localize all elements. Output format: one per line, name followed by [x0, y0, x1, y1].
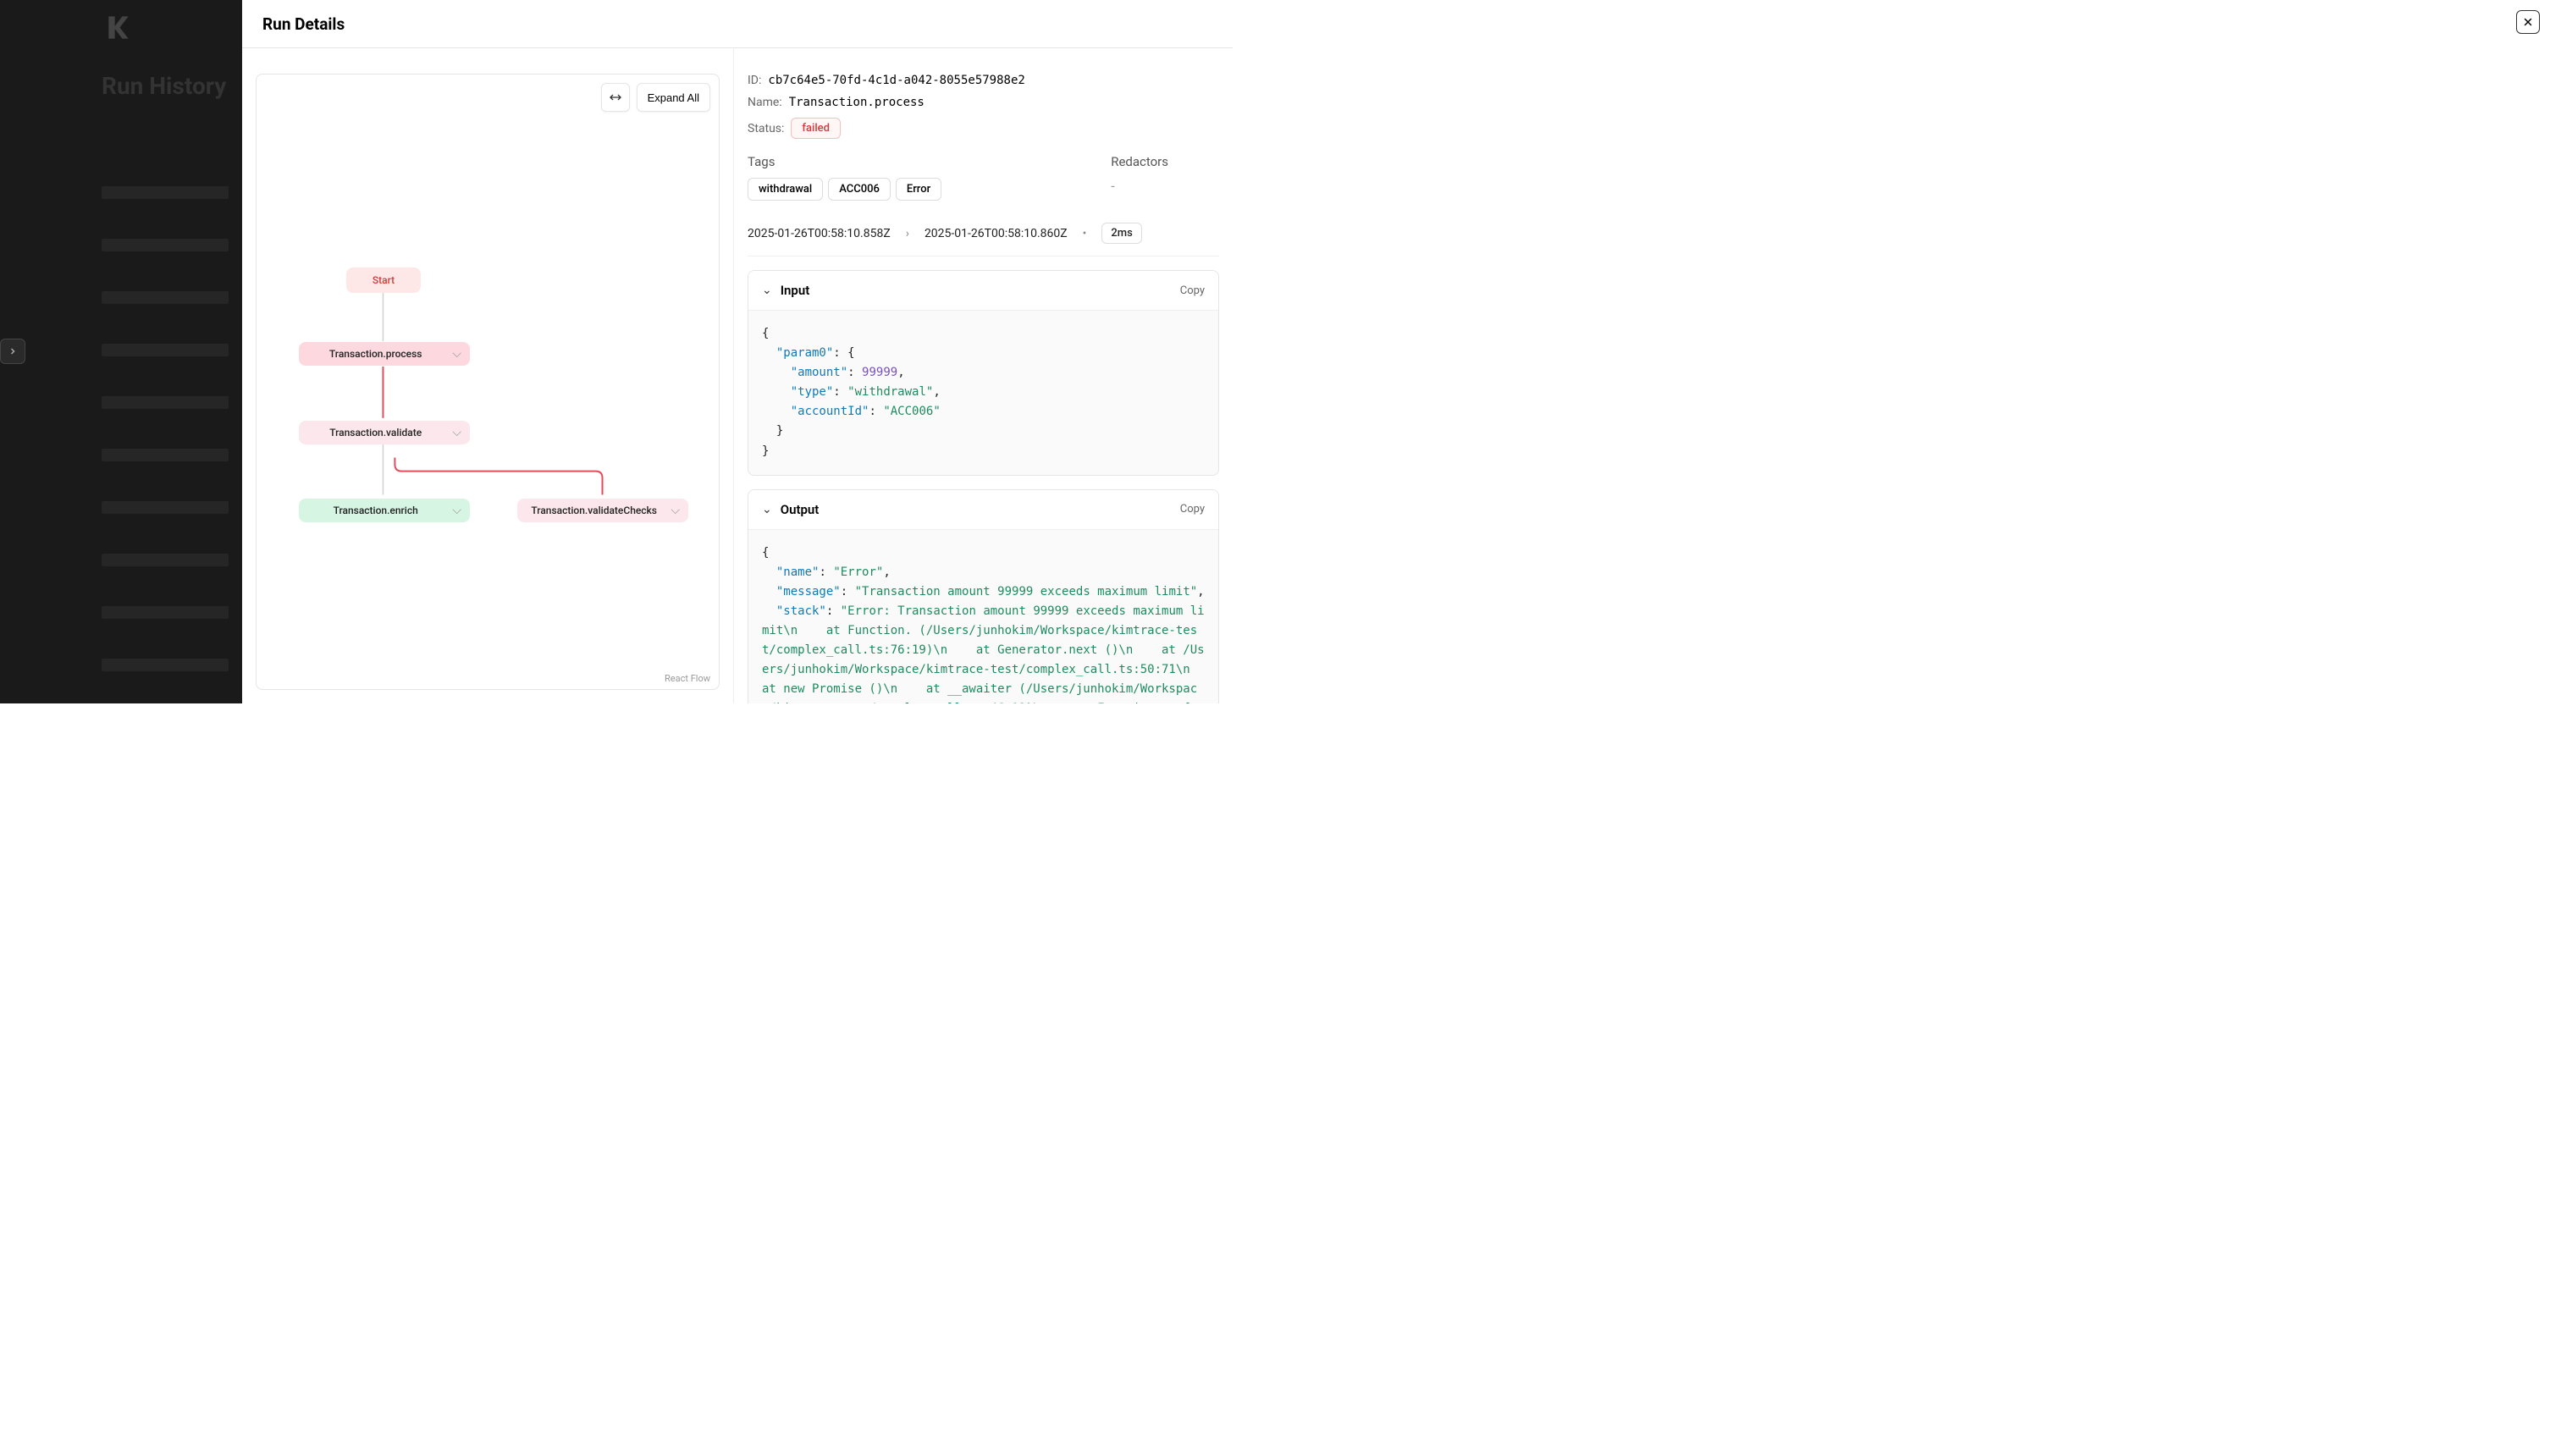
run-details-modal: Run Details Expand All: [242, 0, 1233, 703]
flow-node-validate[interactable]: Transaction.validate ⌵: [299, 421, 470, 444]
modal-body: Expand All Start Transaction.process ⌵: [242, 48, 1233, 703]
chevron-down-icon: ⌄: [762, 284, 772, 297]
redactors-value: -: [1111, 178, 1168, 194]
name-value: Transaction.process: [789, 96, 925, 109]
start-time: 2025-01-26T00:58:10.858Z: [748, 227, 891, 240]
chevron-down-icon: ⌵: [671, 504, 680, 517]
app-logo: [102, 13, 135, 42]
time-row: 2025-01-26T00:58:10.858Z › 2025-01-26T00…: [748, 211, 1219, 256]
tags-label: Tags: [748, 154, 941, 169]
name-label: Name:: [748, 96, 782, 109]
output-code: { "name": "Error", "message": "Transacti…: [748, 529, 1218, 703]
copy-input-button[interactable]: Copy: [1180, 284, 1205, 297]
tag-list: withdrawal ACC006 Error: [748, 178, 941, 201]
expand-all-button[interactable]: Expand All: [637, 83, 710, 112]
redactors-col: Redactors -: [1111, 154, 1168, 201]
id-value: cb7c64e5-70fd-4c1d-a042-8055e57988e2: [768, 74, 1024, 87]
duration-badge: 2ms: [1101, 223, 1141, 244]
tag: withdrawal: [748, 178, 823, 201]
end-time: 2025-01-26T00:58:10.860Z: [925, 227, 1068, 240]
chevron-down-icon: ⌄: [762, 503, 772, 516]
arrow-icon: ›: [906, 227, 909, 240]
output-title: Output: [781, 502, 820, 517]
flow-canvas[interactable]: Expand All Start Transaction.process ⌵: [256, 74, 720, 690]
input-title: Input: [781, 283, 810, 298]
tag: Error: [896, 178, 941, 201]
flow-toolbar: Expand All: [601, 83, 710, 112]
status-row: Status: failed: [748, 118, 1219, 139]
flow-panel: Expand All Start Transaction.process ⌵: [242, 48, 733, 703]
page-title-bg: Run History: [102, 72, 226, 100]
input-code: { "param0": { "amount": 99999, "type": "…: [748, 310, 1218, 475]
close-icon: [2522, 16, 2534, 28]
copy-output-button[interactable]: Copy: [1180, 503, 1205, 516]
input-header[interactable]: ⌄ Input Copy: [748, 271, 1218, 310]
sidebar-expand-button[interactable]: [0, 339, 25, 364]
chevron-down-icon: ⌵: [452, 504, 461, 517]
dot-separator: •: [1083, 227, 1087, 240]
tags-redactors-row: Tags withdrawal ACC006 Error Redactors -: [748, 154, 1219, 201]
chevron-down-icon: ⌵: [452, 347, 461, 361]
id-label: ID:: [748, 74, 761, 87]
output-header[interactable]: ⌄ Output Copy: [748, 490, 1218, 529]
input-section: ⌄ Input Copy { "param0": { "amount": 999…: [748, 270, 1219, 476]
tag: ACC006: [828, 178, 891, 201]
close-button[interactable]: [2516, 10, 2540, 34]
details-panel: ID: cb7c64e5-70fd-4c1d-a042-8055e57988e2…: [733, 48, 1233, 703]
tags-col: Tags withdrawal ACC006 Error: [748, 154, 941, 201]
swap-icon: [609, 91, 622, 104]
modal-header: Run Details: [242, 0, 1233, 48]
page-backdrop: Run History: [0, 0, 242, 703]
flow-node-start[interactable]: Start: [346, 267, 421, 293]
flow-attribution: React Flow: [665, 673, 710, 684]
flow-node-validate-checks[interactable]: Transaction.validateChecks ⌵: [517, 499, 688, 522]
status-label: Status:: [748, 122, 784, 135]
status-badge: failed: [791, 118, 841, 139]
redactors-label: Redactors: [1111, 154, 1168, 169]
output-section: ⌄ Output Copy { "name": "Error", "messag…: [748, 489, 1219, 703]
chevron-down-icon: ⌵: [452, 426, 461, 439]
flow-node-enrich[interactable]: Transaction.enrich ⌵: [299, 499, 470, 522]
modal-title: Run Details: [262, 14, 345, 34]
swap-button[interactable]: [601, 83, 630, 112]
name-row: Name: Transaction.process: [748, 96, 1219, 109]
history-rows-bg: [102, 186, 242, 703]
id-row: ID: cb7c64e5-70fd-4c1d-a042-8055e57988e2: [748, 74, 1219, 87]
flow-node-process[interactable]: Transaction.process ⌵: [299, 342, 470, 366]
